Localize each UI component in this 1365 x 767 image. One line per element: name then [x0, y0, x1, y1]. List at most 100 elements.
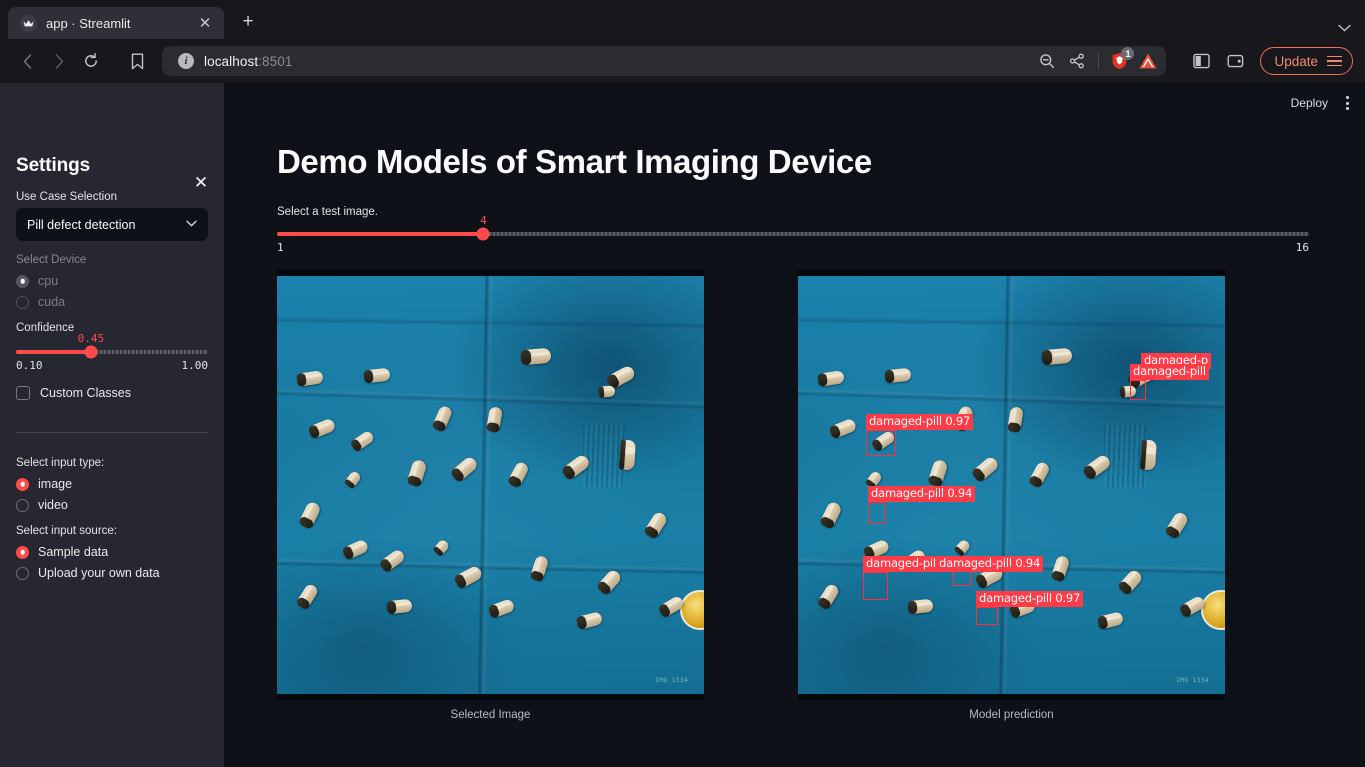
info-icon[interactable]: i [178, 53, 194, 69]
detection-label: damaged-pill [1130, 364, 1209, 380]
detection-label: damaged-pill 0.97 [976, 591, 1084, 607]
search-minus-icon[interactable] [1033, 47, 1061, 75]
detection-label: damaged-pill 0.94 [936, 556, 1044, 572]
input-type-group: Select input type: image video [16, 457, 208, 515]
chevron-down-icon [186, 219, 197, 230]
browser-window: app · Streamlit ✕ + i localhost:8501 1 U… [0, 0, 1365, 767]
confidence-max: 1.00 [181, 359, 209, 372]
model-prediction-caption: Model prediction [969, 709, 1054, 721]
photo-letterbox-bottom [277, 694, 704, 700]
fabric-seam [1104, 424, 1147, 487]
update-button[interactable]: Update [1260, 47, 1353, 75]
update-label: Update [1274, 53, 1318, 69]
use-case-value: Pill defect detection [27, 217, 136, 232]
input-type-option-label: video [38, 498, 68, 512]
detection-box [1130, 380, 1146, 400]
selected-image[interactable]: IMG 1334 [277, 270, 704, 700]
image-slider-value: 4 [480, 214, 487, 227]
side-panel-icon[interactable] [1186, 46, 1216, 76]
input-type-option-label: image [38, 477, 73, 491]
divider [16, 432, 208, 433]
chevron-left-icon[interactable] [12, 46, 42, 76]
image-slider[interactable]: 4 [277, 214, 1309, 241]
input-source-option-sample[interactable]: Sample data [16, 542, 208, 562]
custom-classes-checkbox[interactable]: Custom Classes [16, 386, 208, 400]
fabric-background [798, 270, 1225, 700]
divider [1098, 53, 1100, 69]
browser-tab[interactable]: app · Streamlit ✕ [8, 7, 224, 39]
confidence-slider-thumb[interactable] [84, 345, 98, 359]
input-type-option-video[interactable]: video [16, 495, 208, 515]
photo-watermark: IMG 1334 [655, 677, 688, 684]
detection-box [863, 572, 888, 600]
selected-image-column: IMG 1334 Selected Image [277, 270, 704, 721]
device-label: Select Device [16, 254, 87, 266]
input-type-option-image[interactable]: image [16, 474, 208, 494]
confidence-min: 0.10 [16, 359, 43, 372]
brave-rewards-triangle-icon[interactable] [1134, 47, 1162, 75]
address-bar[interactable]: i localhost:8501 1 [162, 46, 1167, 76]
input-source-option-upload[interactable]: Upload your own data [16, 563, 208, 583]
radio-icon [16, 545, 29, 559]
chevron-down-icon[interactable] [1338, 24, 1351, 32]
photo-letterbox-top [798, 270, 1225, 276]
selected-image-caption: Selected Image [450, 709, 531, 721]
photo-letterbox-bottom [798, 694, 1225, 700]
radio-icon [16, 295, 29, 309]
brave-shield-icon[interactable]: 1 [1106, 47, 1135, 74]
detection-box [976, 607, 998, 625]
chevron-right-icon[interactable] [44, 46, 74, 76]
pill-capsule [1139, 439, 1158, 471]
deploy-button[interactable]: Deploy [1291, 96, 1328, 110]
model-prediction-image[interactable]: IMG 1334 damaged-pill 0.97 damaged-pill 0… [798, 270, 1225, 700]
detection-label: damaged-pill 0.94 [868, 486, 976, 502]
reload-icon[interactable] [76, 46, 106, 76]
radio-icon [16, 498, 29, 512]
input-source-option-label: Sample data [38, 545, 109, 559]
address-bar-actions: 1 [1033, 46, 1162, 76]
device-option-cuda[interactable]: cuda [16, 292, 208, 312]
image-slider-min: 1 [277, 241, 284, 254]
sidebar-close-icon[interactable]: ✕ [190, 171, 212, 193]
share-icon[interactable] [1063, 47, 1091, 75]
close-icon[interactable]: ✕ [196, 14, 214, 32]
bookmark-icon[interactable] [122, 46, 152, 76]
page-title: Demo Models of Smart Imaging Device [277, 143, 872, 180]
radio-icon [16, 274, 29, 288]
confidence-range: 0.10 1.00 [16, 359, 208, 372]
confidence-slider[interactable]: 0.45 [16, 332, 208, 359]
photo-watermark: IMG 1334 [1176, 677, 1209, 684]
kebab-menu-icon[interactable] [1342, 90, 1353, 116]
checkbox-icon [16, 386, 30, 400]
images-row: IMG 1334 Selected Image IMG 1334 damaged… [277, 270, 1309, 721]
confidence-label: Confidence [16, 322, 75, 334]
detection-label: damaged-pill 0.97 [866, 414, 974, 430]
detection-box [868, 502, 885, 524]
detection-label: damaged-pil [863, 556, 939, 572]
detection-box [953, 570, 971, 586]
shield-badge: 1 [1121, 47, 1135, 60]
page-viewport: ✕ Settings Use Case Selection Pill defec… [0, 83, 1365, 767]
use-case-select[interactable]: Pill defect detection [16, 208, 208, 241]
streamlit-crown-icon [20, 14, 37, 32]
model-prediction-column: IMG 1334 damaged-pill 0.97 damaged-pill 0… [798, 270, 1225, 721]
deploy-bar: Deploy [1291, 83, 1365, 123]
browser-toolbar: i localhost:8501 1 Update [0, 39, 1365, 83]
tab-strip: app · Streamlit ✕ + [0, 0, 1365, 39]
wallet-icon[interactable] [1220, 46, 1250, 76]
hamburger-menu-icon[interactable] [1327, 55, 1342, 67]
input-source-label: Select input source: [16, 525, 118, 537]
sidebar-title: Settings [16, 155, 91, 176]
use-case-label: Use Case Selection [16, 191, 117, 203]
fabric-background [277, 270, 704, 700]
input-source-group: Select input source: Sample data Upload … [16, 525, 208, 583]
settings-sidebar: ✕ Settings Use Case Selection Pill defec… [0, 83, 224, 767]
detection-box [866, 430, 896, 456]
input-source-option-label: Upload your own data [38, 566, 160, 580]
device-option-cpu[interactable]: cpu [16, 271, 208, 291]
pill-capsule [618, 439, 637, 471]
confidence-value: 0.45 [77, 332, 105, 345]
plus-icon[interactable]: + [234, 8, 262, 36]
main-content: Deploy Demo Models of Smart Imaging Devi… [224, 83, 1365, 767]
image-slider-thumb[interactable] [476, 227, 490, 241]
